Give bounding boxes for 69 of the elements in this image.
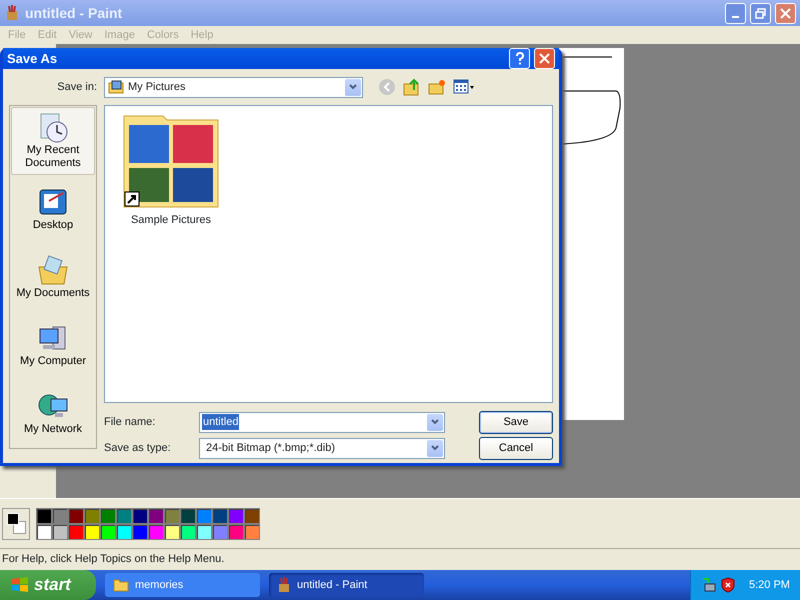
windows-logo-icon (10, 576, 30, 594)
color-swatch[interactable] (164, 524, 180, 540)
save-in-dropdown[interactable]: My Pictures (104, 76, 363, 98)
color-swatch[interactable] (52, 508, 68, 524)
save-as-type-label: Save as type: (104, 440, 172, 456)
close-button[interactable] (534, 48, 555, 69)
color-swatch[interactable] (132, 524, 148, 540)
view-menu-icon[interactable] (453, 79, 475, 95)
folder-icon (113, 578, 129, 592)
minimize-icon (732, 16, 739, 18)
color-swatch[interactable] (100, 524, 116, 540)
up-folder-icon[interactable] (403, 78, 421, 96)
window-title: untitled - Paint (25, 4, 122, 22)
color-swatch[interactable] (36, 508, 52, 524)
color-swatch[interactable] (196, 524, 212, 540)
close-button[interactable] (775, 2, 796, 24)
color-swatch[interactable] (52, 524, 68, 540)
color-swatch[interactable] (228, 524, 244, 540)
color-swatch[interactable] (244, 508, 260, 524)
color-swatch[interactable] (196, 508, 212, 524)
color-swatch[interactable] (116, 508, 132, 524)
save-button[interactable]: Save (479, 410, 553, 434)
color-swatch[interactable] (228, 508, 244, 524)
color-swatch[interactable] (180, 524, 196, 540)
new-folder-icon[interactable] (428, 78, 446, 96)
close-icon (539, 53, 550, 64)
current-colors (2, 508, 30, 540)
close-icon (780, 8, 791, 18)
color-swatch[interactable] (148, 524, 164, 540)
network-tray-icon[interactable] (701, 577, 717, 593)
taskbar-button[interactable]: memories (105, 573, 260, 597)
save-in-label: Save in: (56, 80, 97, 95)
color-swatch[interactable] (132, 508, 148, 524)
color-swatch[interactable] (36, 524, 52, 540)
file-name-label: File name: (104, 414, 156, 430)
clock: 5:20 PM (749, 578, 790, 593)
pictures-folder-icon (108, 79, 124, 95)
shield-tray-icon[interactable] (721, 577, 735, 593)
places-item[interactable]: My Network (11, 379, 95, 447)
places-item[interactable]: My Recent Documents (11, 107, 95, 175)
paint-app-icon (277, 577, 291, 593)
color-swatch[interactable] (84, 508, 100, 524)
places-item[interactable]: My Documents (11, 243, 95, 311)
restore-icon (755, 8, 766, 18)
cancel-button[interactable]: Cancel (479, 436, 553, 460)
taskbar-button[interactable]: untitled - Paint (269, 573, 424, 597)
save-as-type-dropdown[interactable]: 24-bit Bitmap (*.bmp;*.dib) (199, 438, 445, 458)
color-swatch[interactable] (100, 508, 116, 524)
color-swatch[interactable] (244, 524, 260, 540)
color-swatch[interactable] (116, 524, 132, 540)
documents-icon (37, 254, 69, 287)
restore-button[interactable] (750, 2, 771, 24)
file-name-field[interactable]: untitled (199, 412, 445, 432)
minimize-button[interactable] (725, 2, 746, 24)
help-icon (514, 52, 524, 65)
color-swatch[interactable] (148, 508, 164, 524)
places-item[interactable]: My Computer (11, 311, 95, 379)
places-item[interactable]: Desktop (11, 175, 95, 243)
color-swatch[interactable] (164, 508, 180, 524)
color-swatch[interactable] (84, 524, 100, 540)
help-button[interactable] (509, 48, 530, 69)
color-swatch[interactable] (212, 508, 228, 524)
color-swatch[interactable] (180, 508, 196, 524)
color-swatch[interactable] (68, 524, 84, 540)
color-swatch[interactable] (68, 508, 84, 524)
color-swatch[interactable] (212, 524, 228, 540)
folder-item[interactable]: Sample Pictures (121, 112, 221, 228)
paint-app-icon (4, 5, 20, 21)
dialog-title: Save As (7, 50, 58, 68)
